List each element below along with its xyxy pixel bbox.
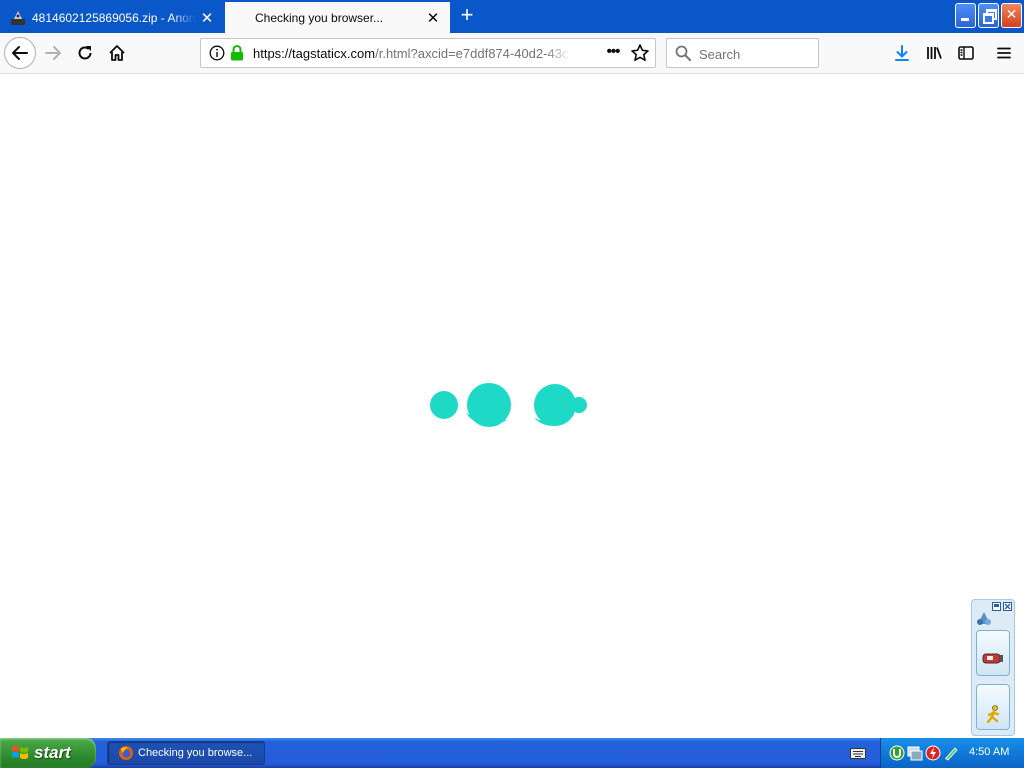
spinner-dot bbox=[534, 384, 576, 426]
tab-strip: 4814602125869056.zip - AnonFile ✕ Checki… bbox=[0, 0, 1024, 33]
system-tray: 4:50 AM bbox=[880, 738, 1024, 768]
taskbar: start Checking you browse... 4:50 AM bbox=[0, 738, 1024, 768]
spinner-dot bbox=[571, 397, 587, 413]
tab-anonfile[interactable]: 4814602125869056.zip - AnonFile ✕ bbox=[0, 2, 224, 33]
desktop-gadget-bar bbox=[971, 599, 1015, 736]
anonfile-favicon-icon bbox=[11, 10, 25, 25]
address-bar[interactable]: https://tagstaticx.com/r.html?axcid=e7dd… bbox=[200, 38, 656, 68]
new-tab-button[interactable]: + bbox=[455, 4, 479, 28]
home-icon bbox=[109, 45, 125, 61]
security-alert-icon[interactable] bbox=[925, 745, 941, 761]
search-icon bbox=[675, 45, 691, 61]
forward-button[interactable] bbox=[39, 39, 67, 67]
download-arrow-icon bbox=[895, 45, 909, 61]
gadget-logo-icon bbox=[977, 612, 991, 625]
navigation-toolbar: https://tagstaticx.com/r.html?axcid=e7dd… bbox=[0, 33, 1024, 74]
gadget-aim-tile[interactable] bbox=[976, 684, 1010, 730]
window-close-button[interactable] bbox=[1001, 3, 1022, 28]
library-icon bbox=[927, 47, 942, 59]
back-arrow-icon bbox=[12, 46, 28, 60]
start-label: start bbox=[34, 743, 71, 762]
url-path: /r.html?axcid=e7ddf874-40d2-43c bbox=[375, 46, 569, 61]
page-content bbox=[0, 74, 1024, 738]
window-restore-button[interactable] bbox=[978, 3, 999, 28]
loading-spinner bbox=[430, 383, 587, 427]
site-info-icon[interactable] bbox=[209, 45, 225, 61]
search-input[interactable] bbox=[697, 43, 816, 65]
url-text[interactable]: https://tagstaticx.com/r.html?axcid=e7dd… bbox=[253, 46, 571, 61]
taskbar-item-title: Checking you browse... bbox=[138, 747, 253, 759]
open-menu-button[interactable] bbox=[990, 39, 1018, 67]
sidebar-icon bbox=[958, 46, 974, 60]
back-button[interactable] bbox=[4, 37, 36, 69]
gadget-close-icon[interactable] bbox=[1003, 602, 1012, 611]
tab-title: Checking you browser... bbox=[255, 10, 384, 25]
keyboard-language-icon[interactable] bbox=[850, 746, 866, 760]
hamburger-menu-icon bbox=[997, 47, 1011, 59]
gadget-mail-tile[interactable] bbox=[976, 630, 1010, 676]
page-actions-icon[interactable]: ••• bbox=[602, 43, 624, 63]
start-button[interactable]: start bbox=[0, 738, 96, 768]
url-host: https://tagstaticx.com bbox=[253, 46, 376, 61]
taskbar-item-firefox[interactable]: Checking you browse... bbox=[107, 741, 265, 765]
secure-lock-icon[interactable] bbox=[230, 45, 244, 61]
reload-button[interactable] bbox=[71, 39, 99, 67]
running-man-icon bbox=[986, 705, 1000, 724]
spinner-dot bbox=[430, 391, 458, 419]
pen-tool-icon[interactable] bbox=[943, 745, 959, 761]
tab-title: 4814602125869056.zip - AnonFile bbox=[32, 10, 196, 25]
windows-logo-icon bbox=[12, 746, 28, 759]
mailbox-icon bbox=[982, 653, 1003, 664]
downloads-button[interactable] bbox=[888, 39, 916, 67]
firefox-icon bbox=[119, 746, 133, 760]
network-icon[interactable] bbox=[907, 745, 923, 761]
clock: 4:50 AM bbox=[969, 746, 1010, 758]
tab-checking-browser[interactable]: Checking you browser... ✕ bbox=[225, 2, 450, 33]
forward-arrow-icon bbox=[45, 46, 61, 60]
search-bar[interactable] bbox=[666, 38, 819, 68]
reload-icon bbox=[78, 46, 92, 60]
tab-close-icon[interactable]: ✕ bbox=[196, 9, 218, 27]
home-button[interactable] bbox=[103, 39, 131, 67]
gadget-restore-icon[interactable] bbox=[992, 602, 1001, 611]
sidebar-toggle-button[interactable] bbox=[952, 39, 980, 67]
utorrent-icon[interactable] bbox=[889, 745, 905, 761]
library-button[interactable] bbox=[920, 39, 948, 67]
bookmark-star-icon[interactable] bbox=[630, 43, 650, 63]
window-minimize-button[interactable] bbox=[955, 3, 976, 28]
tab-close-icon[interactable]: ✕ bbox=[422, 9, 444, 27]
